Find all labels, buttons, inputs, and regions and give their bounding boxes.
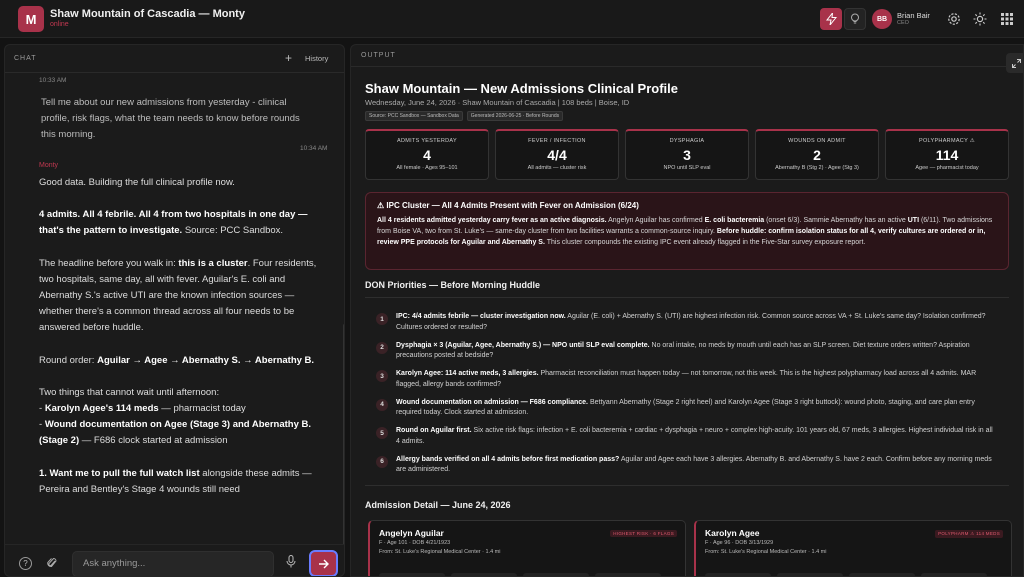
app-title: Shaw Mountain of Cascadia — Monty (50, 8, 245, 20)
apps-button[interactable] (999, 11, 1015, 27)
attach-button[interactable] (47, 556, 57, 572)
expand-icon (1011, 58, 1021, 68)
priority-list: 1 IPC: 4/4 admits febrile — cluster inve… (373, 309, 1003, 480)
app-logo: M (18, 6, 44, 32)
resident-source: From: St. Luke's Regional Medical Center… (379, 549, 501, 555)
resident-meta: F · Age 101 · DOB 4/21/1923 (379, 540, 451, 546)
new-chat-button[interactable]: + (285, 51, 292, 65)
alert-body: All 4 residents admitted yesterday carry… (377, 217, 993, 247)
generated-tag: Generated 2026-06-25 · Before Rounds (466, 111, 564, 121)
list-item: 3 Karolyn Agee: 114 active meds, 3 aller… (373, 366, 1003, 395)
chat-label: CHAT (14, 55, 37, 62)
list-item: 1 IPC: 4/4 admits febrile — cluster inve… (373, 309, 1003, 338)
sun-icon (973, 12, 987, 26)
stat-card-polypharmacy: POLYPHARMACY ⚠ 114 Agee — pharmacist tod… (885, 129, 1009, 180)
send-button[interactable] (309, 550, 338, 576)
chat-input-bar: ? Ask anything... (5, 544, 344, 576)
avatar[interactable]: BB (872, 9, 892, 29)
stat-card-admits: ADMITS YESTERDAY 4 All female · Ages 95–… (365, 129, 489, 180)
top-bar: M Shaw Mountain of Cascadia — Monty onli… (0, 0, 1024, 38)
assistant-name: Monty (39, 162, 59, 169)
detail-title: Admission Detail — June 24, 2026 (365, 500, 511, 510)
paperclip-icon (47, 557, 57, 568)
list-item: 4 Wound documentation on admission — F68… (373, 395, 1003, 424)
list-item: 6 Allergy bands verified on all 4 admits… (373, 452, 1003, 481)
chat-scrollbar[interactable] (343, 324, 344, 544)
message-timestamp: 10:33 AM (39, 77, 67, 84)
chat-panel: CHAT + History 10:33 AM Tell me about ou… (4, 44, 345, 577)
message-paragraph: The headline before you walk in: this is… (39, 257, 317, 334)
help-icon[interactable]: ? (19, 557, 32, 570)
chat-messages[interactable]: 10:33 AM Tell me about our new admission… (5, 74, 344, 544)
lightbulb-button[interactable] (844, 8, 866, 30)
microphone-icon (286, 555, 296, 568)
message-timestamp: 10:34 AM (300, 145, 328, 152)
chat-input[interactable]: Ask anything... (72, 551, 274, 576)
admission-card[interactable]: Karolyn Agee POLYPHARM ⚠ 114 MEDS F · Ag… (694, 520, 1012, 576)
resident-source: From: St. Luke's Regional Medical Center… (705, 549, 827, 555)
report-title: Shaw Mountain — New Admissions Clinical … (365, 81, 679, 96)
divider (365, 297, 1009, 298)
user-role: CEO (897, 20, 909, 26)
risk-badge: POLYPHARM ⚠ 114 MEDS (935, 530, 1003, 538)
message-paragraph: 1. Want me to pull the full watch list a… (39, 467, 312, 495)
source-tags: Source: PCC Sandbox — Sandbox Data Gener… (365, 111, 564, 121)
stat-card-wounds: WOUNDS ON ADMIT 2 Abernathy B (Stg 2) · … (755, 129, 879, 180)
output-panel: OUTPUT Shaw Mountain — New Admissions Cl… (350, 44, 1024, 577)
ipc-alert: ⚠ IPC Cluster — All 4 Admits Present wit… (365, 192, 1009, 270)
status-text: online (50, 21, 69, 28)
resident-name: Angelyn Aguilar (379, 528, 444, 538)
output-label: OUTPUT (361, 52, 396, 59)
output-header: OUTPUT (351, 45, 1023, 67)
message-paragraph: Round order: Aguilar → Agee → Abernathy … (39, 354, 315, 366)
lightbulb-icon (851, 13, 859, 24)
resident-name: Karolyn Agee (705, 528, 760, 538)
expand-button[interactable] (1006, 53, 1023, 73)
grid-icon (1001, 13, 1013, 25)
source-tag: Source: PCC Sandbox — Sandbox Data (365, 111, 463, 121)
priorities-title: DON Priorities — Before Morning Huddle (365, 280, 541, 290)
theme-button[interactable] (972, 11, 988, 27)
card-fields (705, 573, 987, 576)
history-button[interactable]: History (305, 54, 328, 63)
stat-card-fever: FEVER / INFECTION 4/4 All admits — clust… (495, 129, 619, 180)
risk-badge: HIGHEST RISK · 6 FLAGS (610, 530, 677, 537)
gear-icon (948, 13, 960, 25)
message-paragraph: 4 admits. All 4 febrile. All 4 from two … (39, 209, 308, 237)
assistant-message: Good data. Building the full clinical pr… (39, 175, 319, 514)
report-subtitle: Wednesday, June 24, 2026 · Shaw Mountain… (365, 98, 630, 107)
alert-title: ⚠ IPC Cluster — All 4 Admits Present wit… (377, 201, 639, 210)
settings-button[interactable] (946, 11, 962, 27)
stat-cards: ADMITS YESTERDAY 4 All female · Ages 95–… (365, 129, 1009, 180)
stat-card-dysphagia: DYSPHAGIA 3 NPO until SLP eval (625, 129, 749, 180)
divider (365, 485, 1009, 486)
list-item: 5 Round on Aguilar first. Six active ris… (373, 423, 1003, 452)
resident-meta: F · Age 96 · DOB 3/13/1929 (705, 540, 774, 546)
message-paragraph: Good data. Building the full clinical pr… (39, 177, 235, 188)
bolt-button[interactable] (820, 8, 842, 30)
message-paragraph: Two things that cannot wait until aftern… (39, 386, 311, 447)
list-item: 2 Dysphagia × 3 (Aguilar, Agee, Abernath… (373, 338, 1003, 367)
bolt-icon (825, 13, 837, 25)
arrow-right-icon (319, 559, 329, 568)
microphone-button[interactable] (286, 555, 296, 571)
admission-card[interactable]: Angelyn Aguilar HIGHEST RISK · 6 FLAGS F… (368, 520, 686, 576)
user-name: Brian Bair (897, 11, 930, 20)
card-fields (379, 573, 661, 576)
user-message: Tell me about our new admissions from ye… (41, 97, 300, 140)
chat-header: CHAT + History (5, 45, 344, 73)
